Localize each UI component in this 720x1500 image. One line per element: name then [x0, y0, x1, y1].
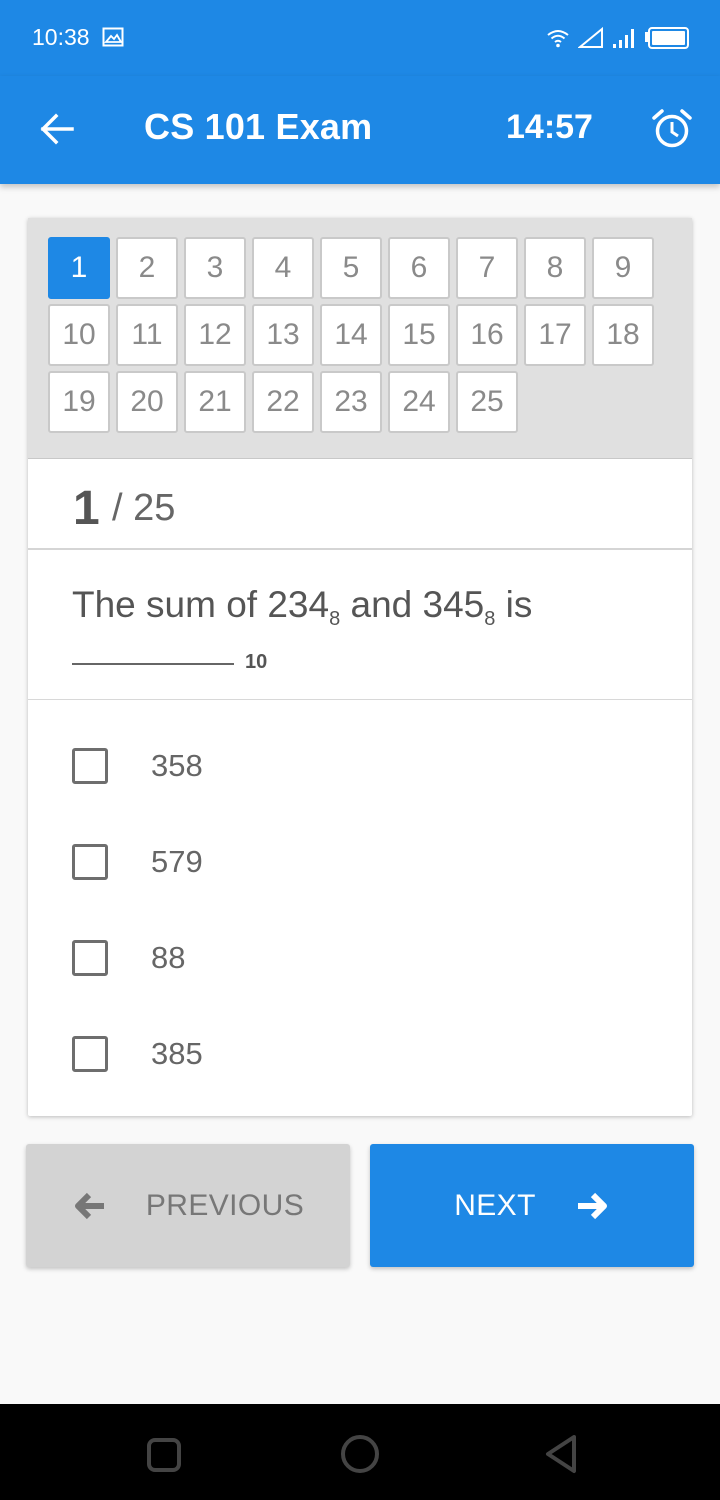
- option-label: 88: [151, 940, 186, 975]
- question-number-24[interactable]: 24: [388, 371, 450, 433]
- question-number-5[interactable]: 5: [320, 237, 382, 299]
- question-number-8[interactable]: 8: [524, 237, 586, 299]
- status-time: 10:38: [32, 24, 90, 50]
- option-item[interactable]: 385: [28, 1006, 692, 1102]
- answer-blank: [72, 663, 234, 665]
- previous-button[interactable]: PREVIOUS: [26, 1144, 350, 1267]
- next-button[interactable]: NEXT: [370, 1144, 694, 1267]
- signal-bars-icon: [613, 29, 634, 48]
- question-number-4[interactable]: 4: [252, 237, 314, 299]
- battery-icon: [645, 27, 689, 49]
- page-title: CS 101 Exam: [144, 106, 373, 147]
- system-navigation-bar: [0, 1404, 720, 1500]
- total-questions: / 25: [112, 487, 176, 529]
- option-item[interactable]: 579: [28, 814, 692, 910]
- next-button-label: NEXT: [454, 1188, 536, 1222]
- question-number-10[interactable]: 10: [48, 304, 110, 366]
- question-number-22[interactable]: 22: [252, 371, 314, 433]
- status-icons: [546, 24, 690, 52]
- option-label: 579: [151, 844, 203, 879]
- question-base-2: 8: [484, 608, 496, 630]
- question-number-11[interactable]: 11: [116, 304, 178, 366]
- arrow-left-icon: [74, 1192, 104, 1219]
- question-number-3[interactable]: 3: [184, 237, 246, 299]
- question-number-21[interactable]: 21: [184, 371, 246, 433]
- question-middle: and 345: [340, 584, 485, 625]
- signal-outline-icon: [578, 27, 603, 48]
- option-item[interactable]: 358: [28, 718, 692, 814]
- question-navigator: 1 2 3 4 5 6 7 8 9 10 11 12 13 14 15 16 17 18 19 20 21 22 23 24 2…: [28, 218, 692, 459]
- option-checkbox[interactable]: [72, 844, 108, 880]
- question-number-20[interactable]: 20: [116, 371, 178, 433]
- option-checkbox[interactable]: [72, 748, 108, 784]
- option-label: 385: [151, 1036, 203, 1071]
- previous-button-label: PREVIOUS: [145, 1188, 305, 1222]
- alarm-clock-icon[interactable]: [651, 108, 693, 150]
- question-base-1: 8: [329, 608, 341, 630]
- question-number-19[interactable]: 19: [48, 371, 110, 433]
- question-number-6[interactable]: 6: [388, 237, 450, 299]
- question-number-23[interactable]: 23: [320, 371, 382, 433]
- question-number-18[interactable]: 18: [592, 304, 654, 366]
- home-icon[interactable]: [341, 1435, 379, 1473]
- question-number-15[interactable]: 15: [388, 304, 450, 366]
- question-number-16[interactable]: 16: [456, 304, 518, 366]
- question-text: The sum of 2348 and 3458 is: [72, 584, 532, 631]
- app-bar: CS 101 Exam 14:57: [0, 76, 720, 184]
- option-checkbox[interactable]: [72, 1036, 108, 1072]
- question-number-14[interactable]: 14: [320, 304, 382, 366]
- image-icon: [102, 27, 124, 47]
- option-label: 358: [151, 748, 203, 783]
- arrow-back-icon[interactable]: [38, 110, 76, 148]
- question-card: 1 2 3 4 5 6 7 8 9 10 11 12 13 14 15 16 17 18 19 20 21 22 23 24 2…: [28, 218, 692, 1116]
- question-number-9[interactable]: 9: [592, 237, 654, 299]
- option-item[interactable]: 88: [28, 910, 692, 1006]
- question-block: The sum of 2348 and 3458 is 10: [28, 550, 692, 700]
- countdown-timer: 14:57: [506, 108, 593, 146]
- question-number-25[interactable]: 25: [456, 371, 518, 433]
- back-triangle-icon[interactable]: [540, 1432, 580, 1476]
- question-prefix: The sum of 234: [72, 584, 330, 625]
- option-checkbox[interactable]: [72, 940, 108, 976]
- current-question-number: 1: [73, 482, 100, 535]
- question-number-1[interactable]: 1: [48, 237, 110, 299]
- question-number-2[interactable]: 2: [116, 237, 178, 299]
- question-number-17[interactable]: 17: [524, 304, 586, 366]
- question-number-7[interactable]: 7: [456, 237, 518, 299]
- question-number-12[interactable]: 12: [184, 304, 246, 366]
- question-counter: 1 / 25: [28, 459, 692, 550]
- recent-apps-icon[interactable]: [147, 1438, 181, 1472]
- question-number-13[interactable]: 13: [252, 304, 314, 366]
- status-bar: 10:38: [0, 0, 720, 76]
- arrow-right-icon: [577, 1192, 607, 1219]
- answer-base: 10: [245, 651, 268, 673]
- question-suffix: is: [495, 584, 533, 625]
- wifi-icon: [547, 30, 569, 48]
